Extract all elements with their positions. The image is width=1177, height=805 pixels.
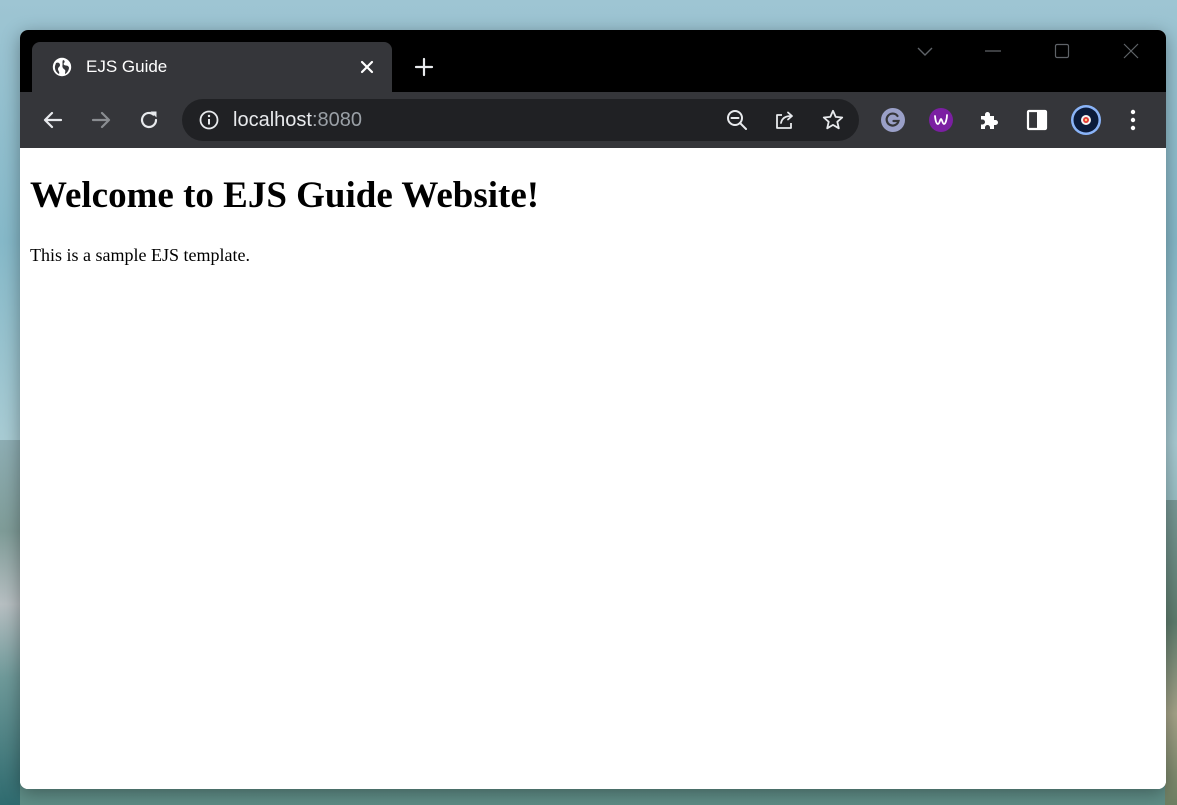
puzzle-icon[interactable] — [975, 106, 1003, 134]
reload-icon[interactable] — [135, 106, 163, 134]
side-panel-icon[interactable] — [1023, 106, 1051, 134]
address-bar[interactable]: localhost:8080 — [182, 99, 859, 141]
browser-toolbar: localhost:8080 — [20, 92, 1166, 148]
desktop-background-left — [0, 440, 20, 805]
star-icon[interactable] — [821, 108, 845, 132]
zoom-out-icon[interactable] — [725, 108, 749, 132]
minimize-icon[interactable] — [973, 38, 1013, 64]
tab-ejs-guide[interactable]: EJS Guide — [32, 42, 392, 92]
globe-icon — [52, 57, 72, 77]
kebab-menu-icon[interactable] — [1119, 106, 1147, 134]
tab-title: EJS Guide — [86, 57, 168, 76]
page-paragraph: This is a sample EJS template. — [30, 245, 250, 265]
tab-search-chevron-icon[interactable] — [905, 38, 945, 64]
url-port: :8080 — [311, 109, 362, 131]
plus-icon[interactable] — [412, 54, 436, 80]
url-host: localhost — [233, 109, 312, 131]
desktop-background-right — [1165, 500, 1177, 805]
close-icon[interactable] — [356, 56, 378, 78]
w-extension-icon[interactable] — [927, 106, 955, 134]
grammarly-icon[interactable] — [879, 106, 907, 134]
page-content: Welcome to EJS Guide Website! This is a … — [20, 148, 1166, 789]
title-bar: EJS Guide — [20, 30, 1166, 92]
maximize-icon[interactable] — [1042, 38, 1082, 64]
url-text[interactable]: localhost:8080 — [233, 108, 362, 132]
share-icon[interactable] — [773, 108, 797, 132]
info-icon[interactable] — [198, 109, 220, 131]
avatar[interactable] — [1070, 104, 1102, 136]
page-title: Welcome to EJS Guide Website! — [30, 175, 540, 216]
browser-window: EJS Guide localhost:8080 Welcome to EJS … — [20, 30, 1166, 789]
arrow-left-icon[interactable] — [39, 106, 67, 134]
close-window-icon[interactable] — [1111, 38, 1151, 64]
arrow-right-icon[interactable] — [87, 106, 115, 134]
